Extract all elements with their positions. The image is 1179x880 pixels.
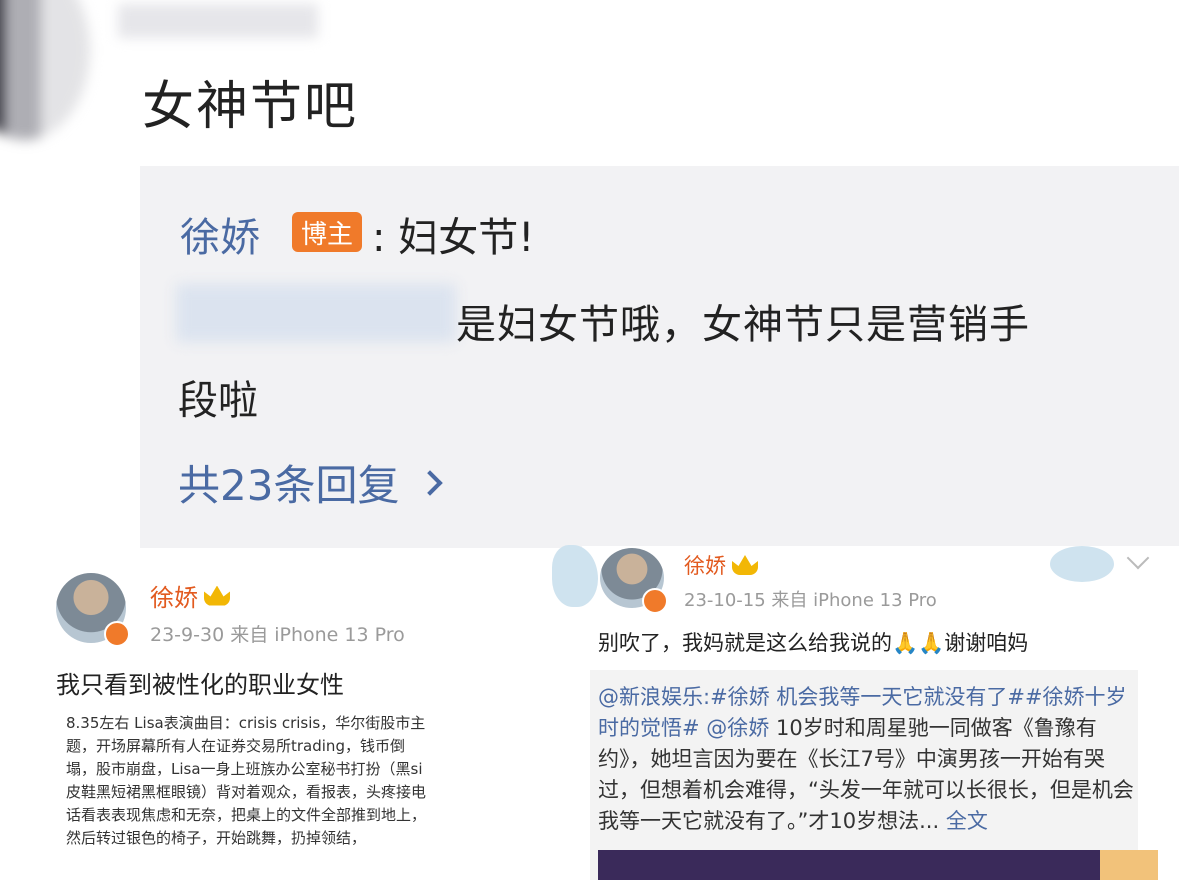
crown-icon (204, 585, 230, 606)
post-author-name: 徐娇 (684, 554, 726, 578)
reply-text-line1: : 妇女节! (372, 215, 535, 261)
retweet-mention-link[interactable]: @徐娇 (706, 716, 769, 740)
reply-text-line2: 是妇女节哦，女神节只是营销手 (456, 302, 1030, 348)
reply-author-link[interactable]: 徐娇 (180, 205, 260, 263)
video-thumbnail-edge (1100, 850, 1158, 880)
chevron-right-icon (417, 469, 444, 496)
post-author-name: 徐娇 (150, 584, 198, 612)
retweet-source-link[interactable]: @新浪娱乐 (598, 685, 703, 709)
post-body: 8.35左右 Lisa表演曲目：crisis crisis，华尔街股市主题，开场… (66, 714, 427, 847)
reply-text-line3: 段啦 (178, 378, 258, 424)
post-author[interactable]: 徐娇 (150, 578, 230, 613)
blurred-mention (176, 284, 456, 342)
post-text: 别吹了，我妈就是这么给我说的🙏🙏谢谢咱妈 (598, 631, 1029, 655)
blurred-username (118, 4, 318, 38)
post-meta: 23-9-30 来自 iPhone 13 Pro (150, 624, 405, 646)
post-meta: 23-10-15 来自 iPhone 13 Pro (684, 590, 937, 611)
full-text-link[interactable]: 全文 (939, 809, 988, 833)
crown-icon (732, 555, 758, 575)
blogger-badge: 博主 (292, 212, 362, 252)
post-text: 我只看到被性化的职业女性 (56, 671, 344, 699)
verified-badge-icon (642, 588, 668, 614)
retweet-text: @新浪娱乐:#徐娇 机会我等一天它就没有了##徐娇十岁时的觉悟# @徐娇 10岁… (598, 682, 1140, 837)
more-replies-link[interactable]: 共23条回复 (178, 452, 444, 513)
blurred-avatar[interactable] (0, 0, 90, 140)
card-decoration (1050, 546, 1114, 582)
verified-badge-icon (104, 621, 130, 647)
comment-text: 女神节吧 (142, 77, 359, 137)
post-author[interactable]: 徐娇 (684, 550, 758, 580)
video-thumbnail[interactable] (598, 850, 1158, 880)
more-replies-label: 共23条回复 (178, 461, 400, 510)
